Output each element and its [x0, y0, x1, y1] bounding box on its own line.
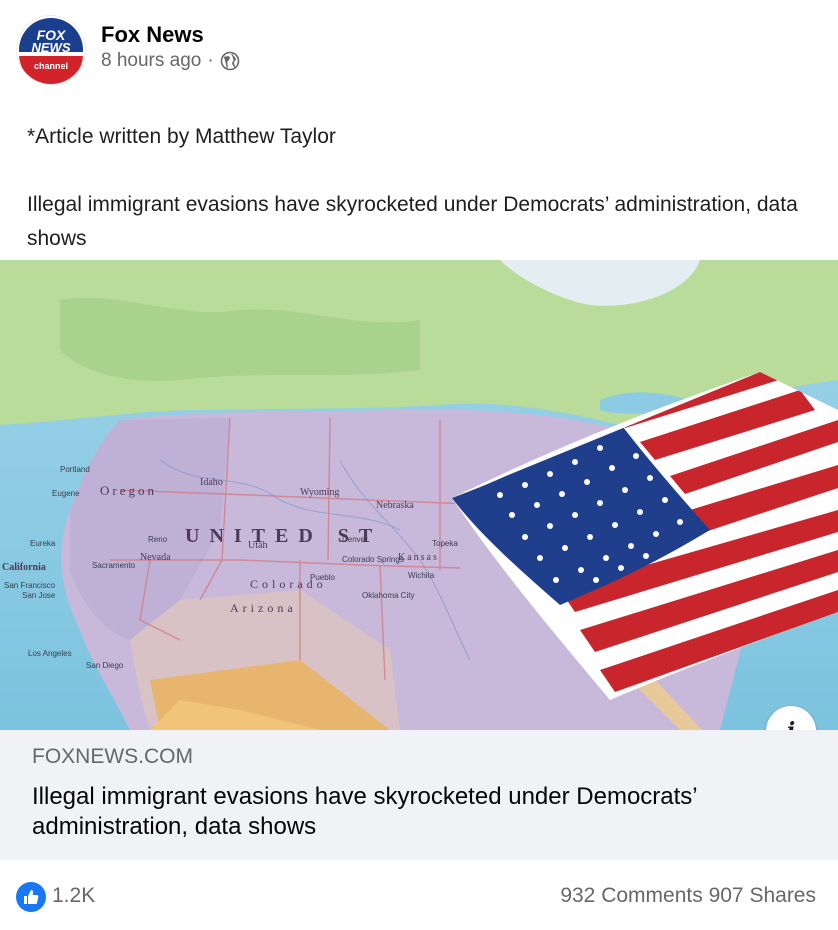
map-city-oklahoma-city: Oklahoma City — [362, 591, 414, 600]
map-with-flag-image: UNITED ST Oregon Idaho Nevada Utah Color… — [0, 260, 838, 730]
map-city-sacramento: Sacramento — [92, 561, 136, 570]
map-city-portland: Portland — [60, 465, 90, 474]
map-city-colorado-springs: Colorado Springs — [342, 555, 404, 564]
link-preview-footer[interactable]: FOXNEWS.COM Illegal immigrant evasions h… — [0, 730, 838, 860]
map-city-san-francisco: San Francisco — [4, 581, 56, 590]
link-domain: FOXNEWS.COM — [32, 745, 193, 768]
map-city-san-jose: San Jose — [22, 591, 56, 600]
logo-line-news: NEWS — [32, 40, 71, 55]
like-icon[interactable] — [16, 882, 46, 912]
post-body: Illegal immigrant evasions have skyrocke… — [27, 193, 798, 250]
like-count[interactable]: 1.2K — [52, 884, 95, 908]
page-name[interactable]: Fox News — [101, 22, 204, 48]
map-city-topeka: Topeka — [432, 539, 458, 548]
map-label-nevada: Nevada — [140, 552, 171, 563]
post-time[interactable]: 8 hours ago — [101, 50, 201, 72]
map-city-eugene: Eugene — [52, 489, 80, 498]
map-city-san-diego: San Diego — [86, 661, 124, 670]
logo-line-channel: channel — [34, 61, 68, 71]
meta-separator: · — [207, 50, 214, 71]
map-label-oregon: Oregon — [100, 483, 157, 498]
map-label-nebraska: Nebraska — [376, 500, 414, 511]
link-preview-image[interactable]: UNITED ST Oregon Idaho Nevada Utah Color… — [0, 260, 838, 730]
globe-icon[interactable] — [220, 51, 240, 71]
map-city-reno: Reno — [148, 535, 168, 544]
map-label-california: California — [2, 562, 46, 573]
map-city-wichita: Wichita — [408, 571, 435, 580]
comments-shares: 932 Comments 907 Shares — [560, 884, 816, 908]
map-city-pueblo: Pueblo — [310, 573, 335, 582]
engagement-stats: 1.2K 932 Comments 907 Shares — [0, 870, 838, 924]
fox-news-logo: FOX NEWS channel — [17, 16, 85, 84]
post-meta: 8 hours ago · — [101, 50, 240, 72]
post-header: FOX NEWS channel Fox News 8 hours ago · — [0, 0, 838, 100]
map-city-eureka: Eureka — [30, 539, 56, 548]
post-text: *Article written by Matthew Taylor Illeg… — [27, 120, 817, 256]
map-label-utah: Utah — [248, 540, 267, 551]
map-city-los-angeles: Los Angeles — [28, 649, 72, 658]
map-label-kansas: Kansas — [398, 552, 439, 563]
shares-count[interactable]: 907 Shares — [709, 884, 816, 907]
map-label-arizona: Arizona — [230, 601, 297, 615]
fox-news-avatar[interactable]: FOX NEWS channel — [17, 16, 85, 84]
link-title: Illegal immigrant evasions have skyrocke… — [32, 783, 697, 840]
post-byline: *Article written by Matthew Taylor — [27, 125, 336, 148]
map-label-idaho: Idaho — [200, 477, 223, 488]
comments-count[interactable]: 932 Comments — [560, 884, 702, 907]
map-label-wyoming: Wyoming — [300, 487, 339, 498]
map-city-denver: Denver — [342, 535, 368, 544]
